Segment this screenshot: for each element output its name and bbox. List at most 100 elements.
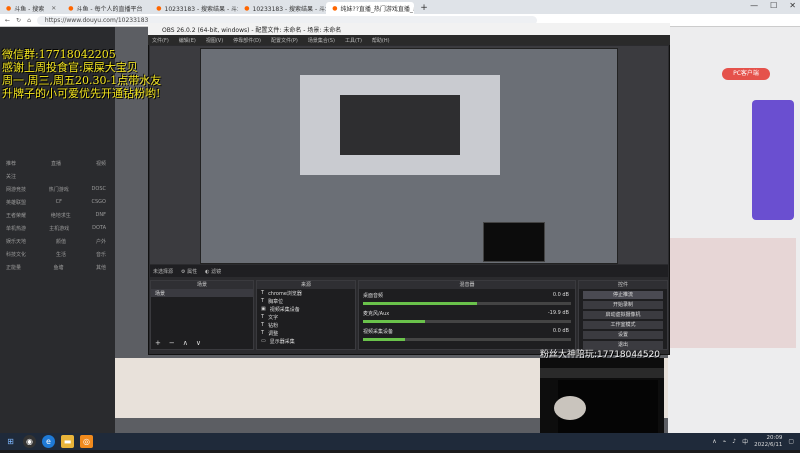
source-item[interactable]: T 钻粉: [257, 321, 355, 329]
sidebar-category-link[interactable]: DOTA: [92, 225, 106, 232]
stop-streaming-button[interactable]: 停止推流: [583, 291, 663, 299]
close-icon[interactable]: ✕: [51, 5, 56, 12]
scene-toolbar: + − ∧ ∨: [151, 339, 201, 347]
menu-profile[interactable]: 配置文件(P): [271, 37, 298, 44]
browser-tab[interactable]: ●10233183 - 搜索结果 - 斗鱼直播✕: [150, 2, 238, 14]
browser-tab[interactable]: ●10233183 - 搜索结果 - 斗鱼直播✕: [238, 2, 326, 14]
pc-client-button[interactable]: PC客户端: [722, 68, 770, 80]
edge-browser-icon[interactable]: e: [42, 435, 55, 448]
sidebar-category-link[interactable]: 绝地求生: [51, 212, 71, 219]
scenes-dock: 场景 场景 + − ∧ ∨: [150, 280, 254, 350]
dock-title: 场景: [151, 281, 253, 289]
source-item[interactable]: ▣ 视频采集设备: [257, 305, 355, 313]
down-icon[interactable]: ∨: [196, 339, 201, 347]
browser-tab[interactable]: ● 斗鱼 - 搜索 ✕: [0, 2, 62, 14]
menu-tools[interactable]: 工具(T): [345, 37, 362, 44]
app-icon[interactable]: ◎: [80, 435, 93, 448]
sidebar-category-link[interactable]: 关注: [6, 173, 16, 180]
sidebar-category-row: 娱乐天地 颜值 户外: [6, 238, 106, 245]
sidebar-category-link[interactable]: 直播: [51, 160, 61, 167]
sidebar-category-link[interactable]: 英雄联盟: [6, 199, 26, 206]
volume-meter[interactable]: [363, 320, 571, 323]
sidebar-category-link[interactable]: CSGO: [92, 199, 106, 206]
filters-button[interactable]: ◐ 滤镜: [205, 268, 221, 275]
menu-view[interactable]: 视图(V): [206, 37, 223, 44]
up-icon[interactable]: ∧: [183, 339, 188, 347]
add-icon[interactable]: +: [155, 339, 161, 347]
stream-overlay-text: 微信群:17718042205 感谢上周投食官:屎屎大宝贝 周一,周三,周五20…: [2, 48, 161, 100]
right-panel: [668, 27, 800, 433]
sidebar-category-link[interactable]: 颜值: [56, 238, 66, 245]
menu-help[interactable]: 帮助(H): [372, 37, 390, 44]
sidebar-category-link[interactable]: 生活: [56, 251, 66, 258]
start-recording-button[interactable]: 开始录制: [583, 301, 663, 309]
menu-docks[interactable]: 停靠部件(D): [233, 37, 261, 44]
douyu-icon: ●: [156, 4, 162, 12]
sidebar-category-link[interactable]: DOSC: [92, 186, 106, 193]
settings-button[interactable]: 设置: [583, 331, 663, 339]
menu-file[interactable]: 文件(F): [152, 37, 169, 44]
windows-start-icon[interactable]: ⊞: [4, 435, 17, 448]
sidebar-category-link[interactable]: 鱼塘: [53, 264, 63, 271]
douyu-icon: ●: [244, 4, 250, 12]
browser-tab[interactable]: ●斗鱼 - 每个人的直播平台✕: [62, 2, 150, 14]
minimize-icon[interactable]: —: [750, 1, 758, 10]
clock-date: 2022/6/11: [754, 441, 783, 448]
sidebar-category-link[interactable]: DNF: [96, 212, 106, 219]
chevron-up-icon[interactable]: ∧: [712, 438, 716, 445]
input-language[interactable]: 中: [742, 437, 748, 446]
volume-meter[interactable]: [363, 302, 571, 305]
sidebar-category-link[interactable]: 音乐: [96, 251, 106, 258]
studio-mode-button[interactable]: 工作室模式: [583, 321, 663, 329]
sidebar-category-link[interactable]: 其他: [96, 264, 106, 271]
sidebar-category-link[interactable]: 推荐: [6, 160, 16, 167]
sidebar-category-row: 英雄联盟 CF CSGO: [6, 199, 106, 206]
new-tab-button[interactable]: +: [414, 2, 434, 14]
back-icon[interactable]: ←: [5, 17, 10, 24]
sources-dock: 来源 Tchrome浏览器 T 胸章位 ▣ 视频采集设备 T 文字 T 钻粉 T 调整 ▭…: [256, 280, 356, 350]
menu-scene-collection[interactable]: 场景集合(S): [308, 37, 335, 44]
scene-item[interactable]: 场景: [151, 289, 253, 297]
source-item[interactable]: Tchrome浏览器: [257, 289, 355, 297]
home-icon[interactable]: ⌂: [27, 17, 31, 24]
sidebar-category-link[interactable]: 户外: [96, 238, 106, 245]
obs-app-icon[interactable]: ◉: [23, 435, 36, 448]
sidebar-category-link[interactable]: 视频: [96, 160, 106, 167]
sidebar-category-row: 推荐 直播 视频: [6, 160, 106, 167]
taskbar: ⊞ ◉ e ▬ ◎: [0, 433, 800, 450]
dock-title: 控件: [579, 281, 667, 289]
browser-tab-active[interactable]: ●纯妹??直播_热门游戏直播_斗鱼✕: [326, 2, 415, 14]
menu-edit[interactable]: 编辑(E): [179, 37, 196, 44]
sidebar-category-link[interactable]: 网游竞技: [6, 186, 26, 193]
properties-button[interactable]: ⚙ 属性: [181, 268, 197, 275]
sidebar-category-link[interactable]: 王者荣耀: [6, 212, 26, 219]
volume-icon[interactable]: ♪: [732, 438, 736, 445]
sidebar-category-link[interactable]: 科技文化: [6, 251, 26, 258]
network-icon[interactable]: ⌁: [723, 438, 727, 445]
chat-area: [670, 238, 796, 348]
notification-icon[interactable]: ▢: [788, 438, 794, 445]
source-item[interactable]: T 胸章位: [257, 297, 355, 305]
overlay-line: 周一,周三,周五20.30-1点带水友: [2, 74, 162, 87]
virtual-camera-button[interactable]: 启动虚拟摄像机: [583, 311, 663, 319]
clock[interactable]: 20:09 2022/6/11: [754, 435, 782, 449]
webcam-preview: [483, 222, 545, 262]
source-item[interactable]: ▭ 显示器采集: [257, 337, 355, 345]
volume-meter[interactable]: [363, 338, 571, 341]
sidebar-category-link[interactable]: 热门游戏: [49, 186, 69, 193]
promo-banner[interactable]: [752, 100, 794, 220]
maximize-icon[interactable]: ☐: [770, 1, 777, 10]
source-item[interactable]: T 文字: [257, 313, 355, 321]
sidebar-category-link[interactable]: 单机热游: [6, 225, 26, 232]
folder-icon[interactable]: ▬: [61, 435, 74, 448]
source-item[interactable]: T 调整: [257, 329, 355, 337]
sidebar-category-link[interactable]: CF: [56, 199, 62, 206]
sidebar-category-link[interactable]: 主机游戏: [49, 225, 69, 232]
dock-title: 混音器: [359, 281, 575, 289]
close-icon[interactable]: ✕: [789, 1, 796, 10]
refresh-icon[interactable]: ↻: [16, 17, 21, 24]
sidebar-category-link[interactable]: 正能量: [6, 264, 21, 271]
text-icon: T: [261, 314, 265, 320]
remove-icon[interactable]: −: [169, 339, 175, 347]
sidebar-category-link[interactable]: 娱乐天地: [6, 238, 26, 245]
